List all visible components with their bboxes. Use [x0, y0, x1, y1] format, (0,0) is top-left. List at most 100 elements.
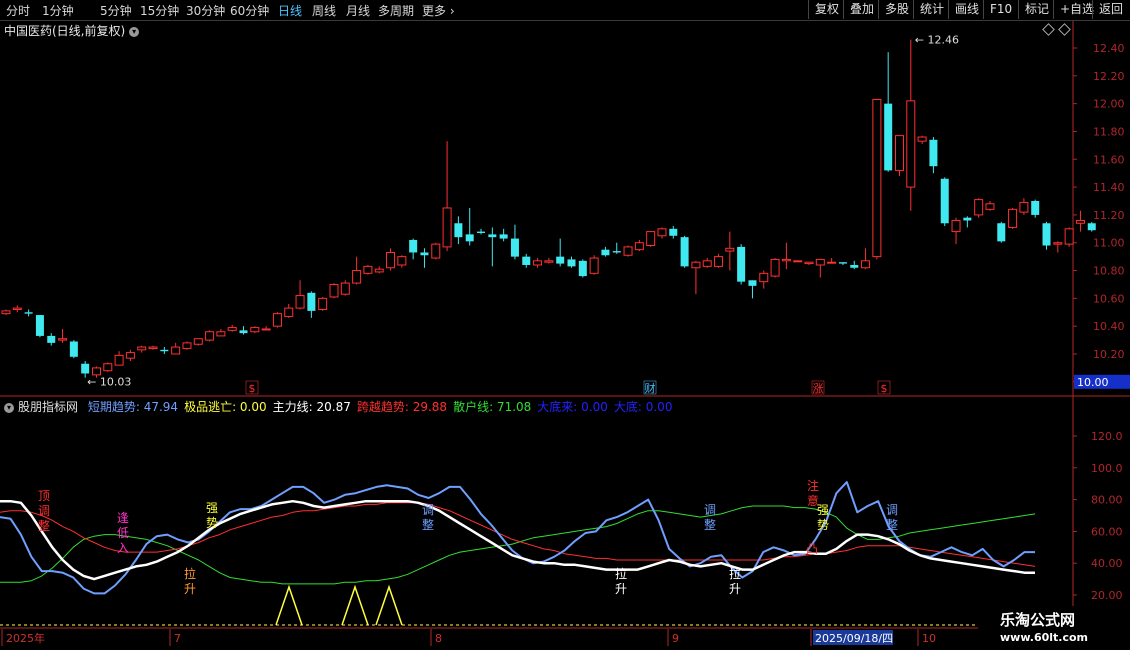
candle-body — [137, 346, 147, 351]
price-tick-label: 10.40 — [1093, 320, 1125, 333]
candle-body — [884, 103, 893, 171]
candle-body — [578, 260, 587, 277]
price-tick-label: 11.20 — [1093, 209, 1125, 222]
candle-body — [533, 260, 543, 266]
candle-body — [748, 280, 757, 286]
signal-annotation: 整 — [422, 517, 434, 532]
candle-body — [737, 246, 746, 282]
retail-line — [0, 505, 1036, 585]
candle-body — [680, 237, 689, 267]
candle-body — [827, 261, 837, 264]
label-layer: ← 12.46← 10.03 $ 财涨 $顶调整逢低入强势拉升调整拉升调整拉升注意强势… — [6, 34, 959, 645]
date-label: 8 — [435, 632, 442, 645]
candle-body — [804, 261, 814, 265]
candle-body — [24, 312, 33, 314]
signal-annotation: 升 — [184, 582, 196, 596]
candle-body — [340, 282, 350, 295]
candle-body — [47, 335, 56, 343]
watermark: 乐淘公式网 www.60lt.com — [978, 606, 1130, 650]
candle-body — [386, 251, 396, 269]
candle-body — [182, 342, 192, 349]
candle-body — [510, 238, 519, 257]
candle-body — [861, 260, 871, 269]
candle-body — [623, 246, 633, 256]
candle-body — [646, 231, 656, 247]
date-label: 9 — [672, 632, 679, 645]
candle-body — [951, 219, 961, 233]
candle-body — [601, 249, 610, 256]
candle-body — [193, 338, 203, 345]
candle-body — [114, 354, 124, 366]
marker-label: 涨 — [813, 382, 824, 395]
candle-body — [477, 231, 486, 233]
signal-annotation: 势 — [817, 518, 829, 532]
indicator-layer — [0, 481, 1036, 626]
candle-body — [420, 252, 429, 256]
candle-body — [58, 338, 68, 341]
price-tick-label: 12.40 — [1093, 42, 1125, 55]
candle-body — [1019, 201, 1029, 213]
current-price-label: 10.00 — [1077, 376, 1109, 389]
signal-annotation: 强 — [206, 501, 218, 515]
signal-annotation: 调 — [704, 503, 716, 517]
candle-body — [454, 223, 463, 238]
spike-signal — [275, 584, 303, 626]
candle-body — [997, 223, 1006, 242]
candle-body — [522, 256, 531, 265]
candle-body — [488, 234, 497, 238]
low-price-label: ← 10.03 — [87, 376, 131, 389]
signal-annotation: 入 — [117, 541, 129, 555]
candle-body — [160, 349, 169, 352]
candle-body — [250, 327, 260, 333]
main-force-line — [0, 499, 1035, 581]
watermark-url: www.60lt.com — [1000, 631, 1089, 644]
signal-annotation: 顶 — [38, 489, 50, 503]
price-tick-label: 10.20 — [1093, 348, 1125, 361]
spike-signal — [375, 584, 403, 626]
date-label: 10 — [922, 632, 936, 645]
candle-body — [12, 307, 22, 310]
candle-body — [272, 313, 282, 327]
candle-body — [770, 258, 780, 277]
candle-body — [691, 261, 701, 269]
signal-annotation: 整 — [886, 517, 898, 532]
candle-body — [781, 258, 791, 262]
signal-annotation: 拉 — [184, 566, 196, 581]
price-tick-label: 12.20 — [1093, 70, 1125, 83]
candle-body — [556, 256, 565, 264]
candle-body — [171, 346, 181, 355]
candle-body — [465, 234, 474, 242]
signal-annotation: 拉 — [729, 566, 741, 581]
price-tick-label: 11.60 — [1093, 153, 1125, 166]
watermark-title: 乐淘公式网 — [1000, 611, 1076, 629]
candle-body — [397, 256, 407, 266]
candlestick-layer — [1, 39, 1096, 378]
candle-body — [917, 136, 927, 142]
candle-body — [872, 98, 882, 258]
candle-body — [103, 363, 113, 372]
candle-body — [985, 203, 995, 210]
high-price-label: ← 12.46 — [915, 34, 959, 47]
kline-chart[interactable]: 12.40 12.20 12.00 11.80 11.60 11.40 11.20 11.00… — [0, 0, 1130, 650]
indicator-tick-label: 100.0 — [1091, 462, 1123, 475]
candle-body — [205, 331, 215, 341]
candle-body — [307, 292, 316, 311]
candle-body — [261, 328, 271, 331]
candle-body — [725, 247, 735, 252]
signal-annotation: 注 — [807, 478, 819, 493]
candle-body — [906, 100, 916, 188]
candle-body — [940, 178, 949, 224]
candle-body — [148, 346, 158, 349]
candle-body — [499, 234, 508, 239]
signal-annotation: 升 — [729, 582, 741, 596]
candle-body — [125, 352, 135, 359]
candle-body — [239, 330, 248, 334]
indicator-tick-label: 60.00 — [1091, 525, 1123, 538]
candle-body — [374, 268, 384, 273]
signal-annotation: 强 — [817, 503, 829, 517]
indicator-tick-label: 40.00 — [1091, 557, 1123, 570]
candle-body — [1053, 242, 1063, 245]
candle-body — [318, 297, 328, 310]
candle-body — [702, 260, 712, 267]
signal-annotation: 拉 — [615, 566, 627, 581]
